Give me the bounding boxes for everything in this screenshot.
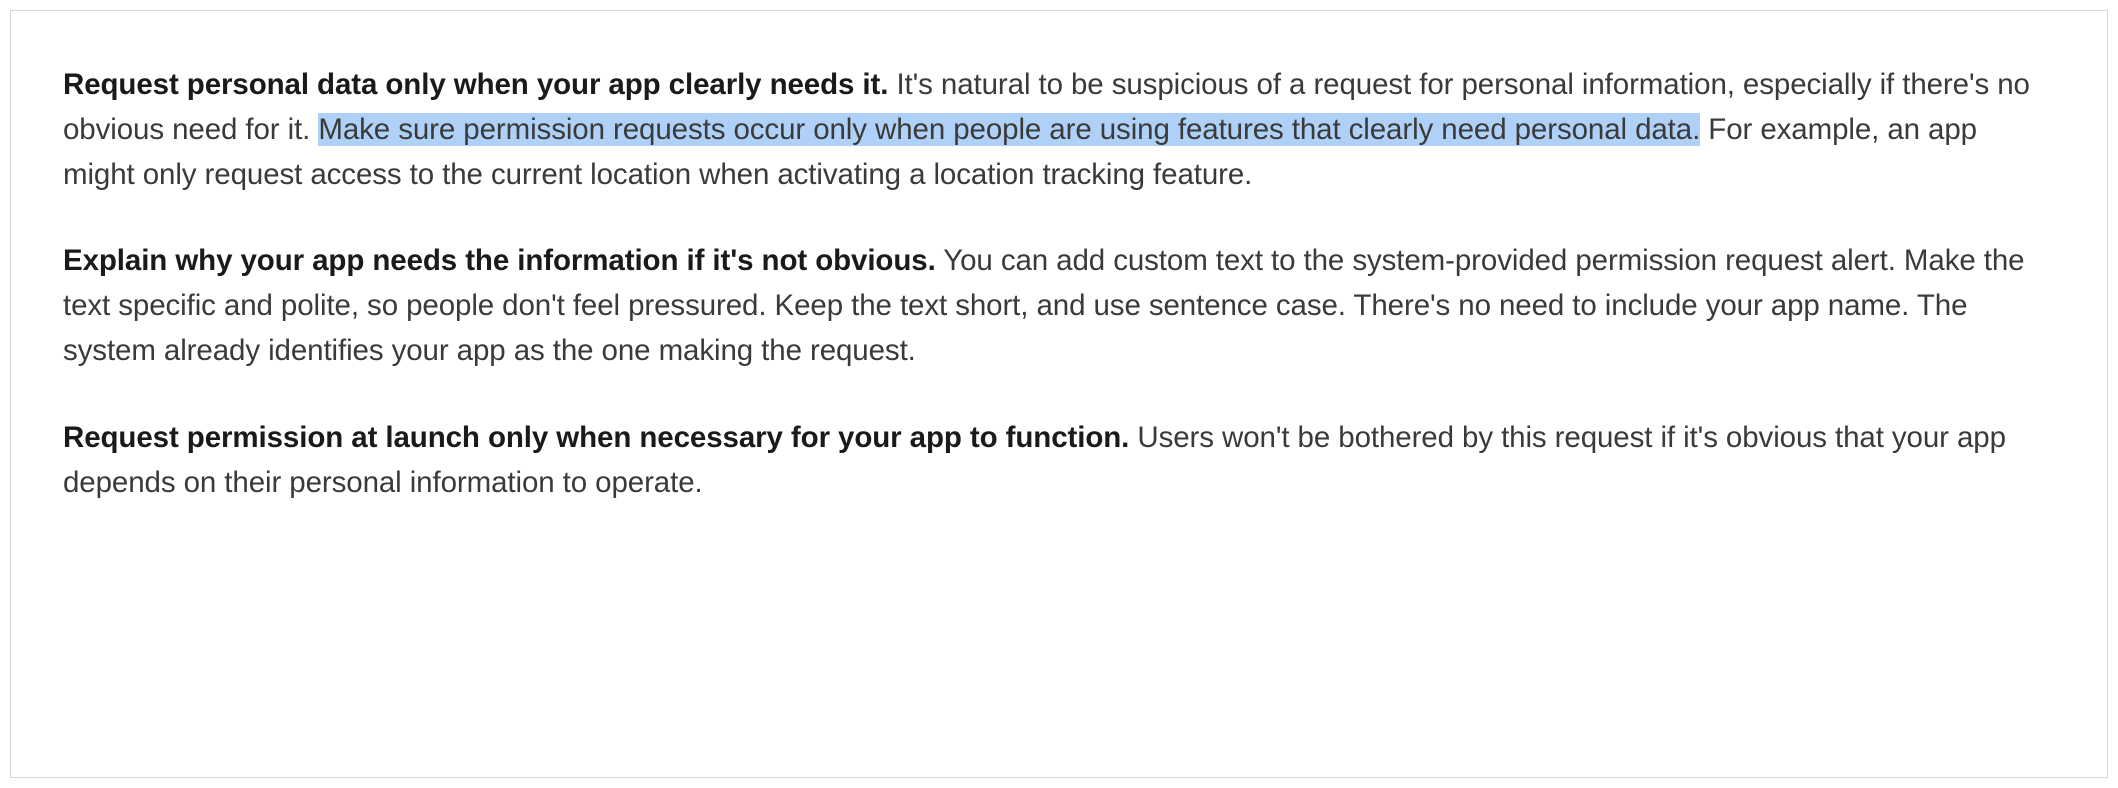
paragraph-lead: Request personal data only when your app…	[63, 68, 888, 101]
paragraph-explain-why: Explain why your app needs the informati…	[63, 239, 2055, 373]
document-container: Request personal data only when your app…	[10, 10, 2108, 778]
paragraph-launch-permission: Request permission at launch only when n…	[63, 416, 2055, 506]
paragraph-request-data: Request personal data only when your app…	[63, 63, 2055, 197]
highlighted-text[interactable]: Make sure permission requests occur only…	[318, 113, 1700, 146]
paragraph-lead: Explain why your app needs the informati…	[63, 244, 936, 277]
paragraph-lead: Request permission at launch only when n…	[63, 421, 1129, 454]
